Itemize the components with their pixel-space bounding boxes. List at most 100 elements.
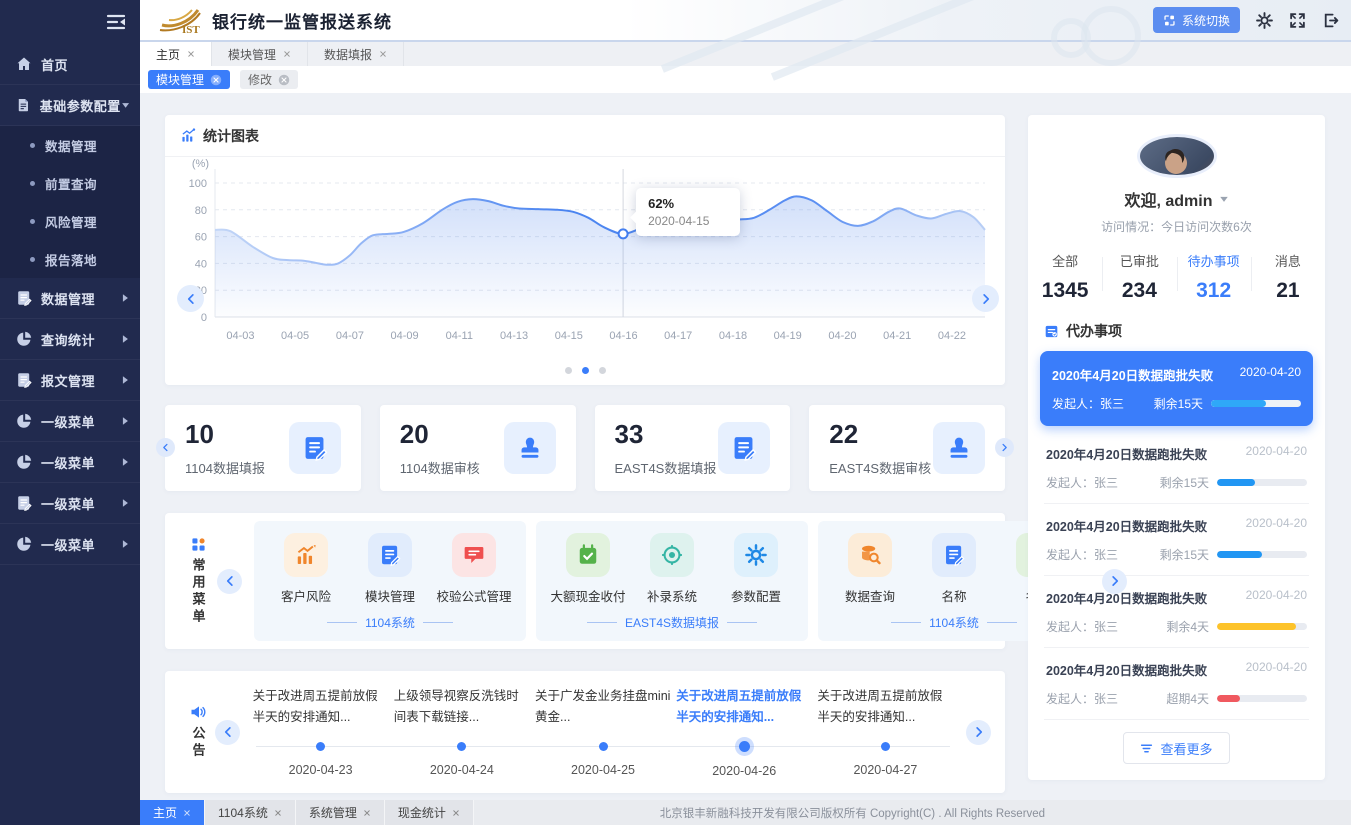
quick-menu-item[interactable]: 数据查询 bbox=[828, 533, 912, 605]
view-more-button[interactable]: 查看更多 bbox=[1123, 732, 1229, 764]
announcement-title[interactable]: 关于改进周五提前放假半天的安排通知... bbox=[253, 686, 389, 732]
chart-tooltip: 62% 2020-04-15 bbox=[636, 188, 740, 236]
sidebar-item-label: 一级菜单 bbox=[41, 412, 120, 431]
pie-icon bbox=[16, 331, 32, 347]
quick-menu-item[interactable]: 大额现金收付 bbox=[546, 533, 630, 605]
quick-menu-item[interactable]: 参数配置 bbox=[714, 533, 798, 605]
bottom-bar: 主页 1104系统 系统管理 现金统计 北京银丰新融科技开发有限公司版权所有 C… bbox=[140, 800, 1351, 825]
sidebar-item[interactable]: 一级菜单 bbox=[0, 401, 140, 442]
user-stat[interactable]: 消息 21 bbox=[1251, 251, 1325, 303]
close-icon[interactable] bbox=[183, 809, 191, 817]
announcements-next-button[interactable] bbox=[966, 720, 991, 745]
footer-tab[interactable]: 1104系统 bbox=[205, 800, 296, 825]
sidebar-item[interactable]: 一级菜单 bbox=[0, 524, 140, 565]
sidebar-item[interactable]: 报告落地 bbox=[0, 240, 140, 278]
page-tab[interactable]: 数据填报 bbox=[308, 42, 404, 66]
announcement-item: 上级领导视察反洗钱时间表下载链接... 2020-04-24 bbox=[391, 682, 532, 782]
line-chart[interactable]: 020406080100(%)04-0304-0504-0704-0904-11… bbox=[165, 157, 1005, 363]
close-icon[interactable] bbox=[363, 809, 371, 817]
quick-menu-item[interactable]: 名称 bbox=[912, 533, 996, 605]
quick-menu-next-button[interactable] bbox=[1102, 569, 1127, 594]
quick-menu-prev-button[interactable] bbox=[217, 569, 242, 594]
caret-right-icon bbox=[120, 498, 130, 508]
todo-sponsor: 发起人：张三 bbox=[1046, 618, 1118, 635]
quick-menu-item[interactable]: 补录系统 bbox=[630, 533, 714, 605]
statistics-chart-card: 统计图表 020406080100(%)04-0304-0504-0704-09… bbox=[165, 115, 1005, 385]
sidebar-item[interactable]: 基础参数配置 bbox=[0, 85, 140, 126]
collapse-menu-icon[interactable] bbox=[106, 14, 126, 30]
sidebar-item-label: 前置查询 bbox=[45, 174, 130, 193]
logout-icon[interactable] bbox=[1322, 12, 1339, 29]
announcement-title[interactable]: 上级领导视察反洗钱时间表下载链接... bbox=[394, 686, 530, 732]
todo-date: 2020-04-20 bbox=[1246, 660, 1307, 679]
user-stat[interactable]: 全部 1345 bbox=[1028, 251, 1102, 303]
copyright-text: 北京银丰新融科技开发有限公司版权所有 Copyright(C) . All Ri… bbox=[474, 805, 1351, 821]
page-tab[interactable]: 模块管理 bbox=[212, 42, 308, 66]
announcements-prev-button[interactable] bbox=[215, 720, 240, 745]
close-icon[interactable] bbox=[283, 50, 291, 58]
filter-chip[interactable]: 修改 bbox=[240, 70, 298, 89]
chip-close-icon[interactable] bbox=[278, 74, 290, 86]
quick-menu-item-label: 参数配置 bbox=[731, 586, 781, 605]
carousel-dot-active[interactable] bbox=[582, 367, 589, 374]
close-icon[interactable] bbox=[379, 50, 387, 58]
sidebar-item[interactable]: 一级菜单 bbox=[0, 483, 140, 524]
pie-icon bbox=[16, 536, 32, 552]
close-icon[interactable] bbox=[452, 809, 460, 817]
todo-item[interactable]: 2020年4月20日数据跑批失败 2020-04-20 发起人：张三 剩余15天 bbox=[1044, 504, 1309, 576]
announcement-title[interactable]: 关于广发金业务挂盘mini黄金... bbox=[535, 686, 671, 732]
carousel-dot[interactable] bbox=[565, 367, 572, 374]
settings-gear-icon[interactable] bbox=[1256, 12, 1273, 29]
kpi-card[interactable]: 20 1104数据审核 bbox=[380, 405, 576, 491]
svg-text:100: 100 bbox=[189, 178, 207, 190]
kpi-next-button[interactable] bbox=[995, 438, 1014, 457]
announcement-date: 2020-04-25 bbox=[571, 763, 635, 777]
svg-text:04-15: 04-15 bbox=[555, 330, 583, 342]
message-icon bbox=[452, 533, 496, 577]
chart-prev-button[interactable] bbox=[177, 285, 204, 312]
quick-menu-item[interactable]: 客户风险 bbox=[264, 533, 348, 605]
speaker-icon bbox=[190, 704, 206, 720]
kpi-card[interactable]: 10 1104数据填报 bbox=[165, 405, 361, 491]
sidebar-item[interactable]: 前置查询 bbox=[0, 164, 140, 202]
footer-tab[interactable]: 主页 bbox=[140, 800, 205, 825]
announcement-title[interactable]: 关于改进周五提前放假半天的安排通知... bbox=[676, 686, 812, 732]
footer-tab[interactable]: 系统管理 bbox=[296, 800, 385, 825]
kpi-card[interactable]: 33 EAST4S数据填报 bbox=[595, 405, 791, 491]
sidebar-item[interactable]: 一级菜单 bbox=[0, 442, 140, 483]
page-tab[interactable]: 主页 bbox=[140, 42, 212, 66]
quick-menu-group: 客户风险 模块管理 校验公式管理 bbox=[254, 521, 526, 641]
chip-close-icon[interactable] bbox=[210, 74, 222, 86]
user-caret-down-icon[interactable] bbox=[1219, 194, 1229, 204]
close-icon[interactable] bbox=[187, 50, 195, 58]
svg-text:04-17: 04-17 bbox=[664, 330, 692, 342]
footer-tab[interactable]: 现金统计 bbox=[385, 800, 474, 825]
sidebar-item[interactable]: 查询统计 bbox=[0, 319, 140, 360]
quick-menu-item[interactable]: 校验公式管理 bbox=[432, 533, 516, 605]
sidebar-item[interactable]: 数据管理 bbox=[0, 126, 140, 164]
system-switch-button[interactable]: 系统切换 bbox=[1153, 7, 1240, 33]
sidebar-item[interactable]: 风险管理 bbox=[0, 202, 140, 240]
kpi-prev-button[interactable] bbox=[156, 438, 175, 457]
app-title: 银行统一监管报送系统 bbox=[212, 8, 392, 33]
quick-menu-item[interactable]: 模块管理 bbox=[348, 533, 432, 605]
todo-item[interactable]: 2020年4月20日数据跑批失败 2020-04-20 发起人：张三 剩余15天 bbox=[1044, 432, 1309, 504]
avatar[interactable] bbox=[1140, 137, 1214, 175]
chart-next-button[interactable] bbox=[972, 285, 999, 312]
user-stat[interactable]: 待办事项 312 bbox=[1177, 251, 1251, 303]
kpi-card[interactable]: 22 EAST4S数据审核 bbox=[809, 405, 1005, 491]
todo-item[interactable]: 2020年4月20日数据跑批失败 2020-04-20 发起人：张三 剩余15天 bbox=[1040, 351, 1313, 426]
todo-item[interactable]: 2020年4月20日数据跑批失败 2020-04-20 发起人：张三 超期4天 bbox=[1044, 648, 1309, 720]
close-icon[interactable] bbox=[274, 809, 282, 817]
carousel-dot[interactable] bbox=[599, 367, 606, 374]
user-stat[interactable]: 已审批 234 bbox=[1102, 251, 1176, 303]
announcement-title[interactable]: 关于改进周五提前放假半天的安排通知... bbox=[817, 686, 953, 732]
todo-title: 2020年4月20日数据跑批失败 bbox=[1046, 516, 1207, 535]
sidebar-item[interactable]: 报文管理 bbox=[0, 360, 140, 401]
sidebar-item[interactable]: 首页 bbox=[0, 44, 140, 85]
filter-chip[interactable]: 模块管理 bbox=[148, 70, 230, 89]
kpi-label: 1104数据填报 bbox=[185, 458, 265, 477]
sidebar-item[interactable]: 数据管理 bbox=[0, 278, 140, 319]
fullscreen-icon[interactable] bbox=[1289, 12, 1306, 29]
todo-item[interactable]: 2020年4月20日数据跑批失败 2020-04-20 发起人：张三 剩余4天 bbox=[1044, 576, 1309, 648]
